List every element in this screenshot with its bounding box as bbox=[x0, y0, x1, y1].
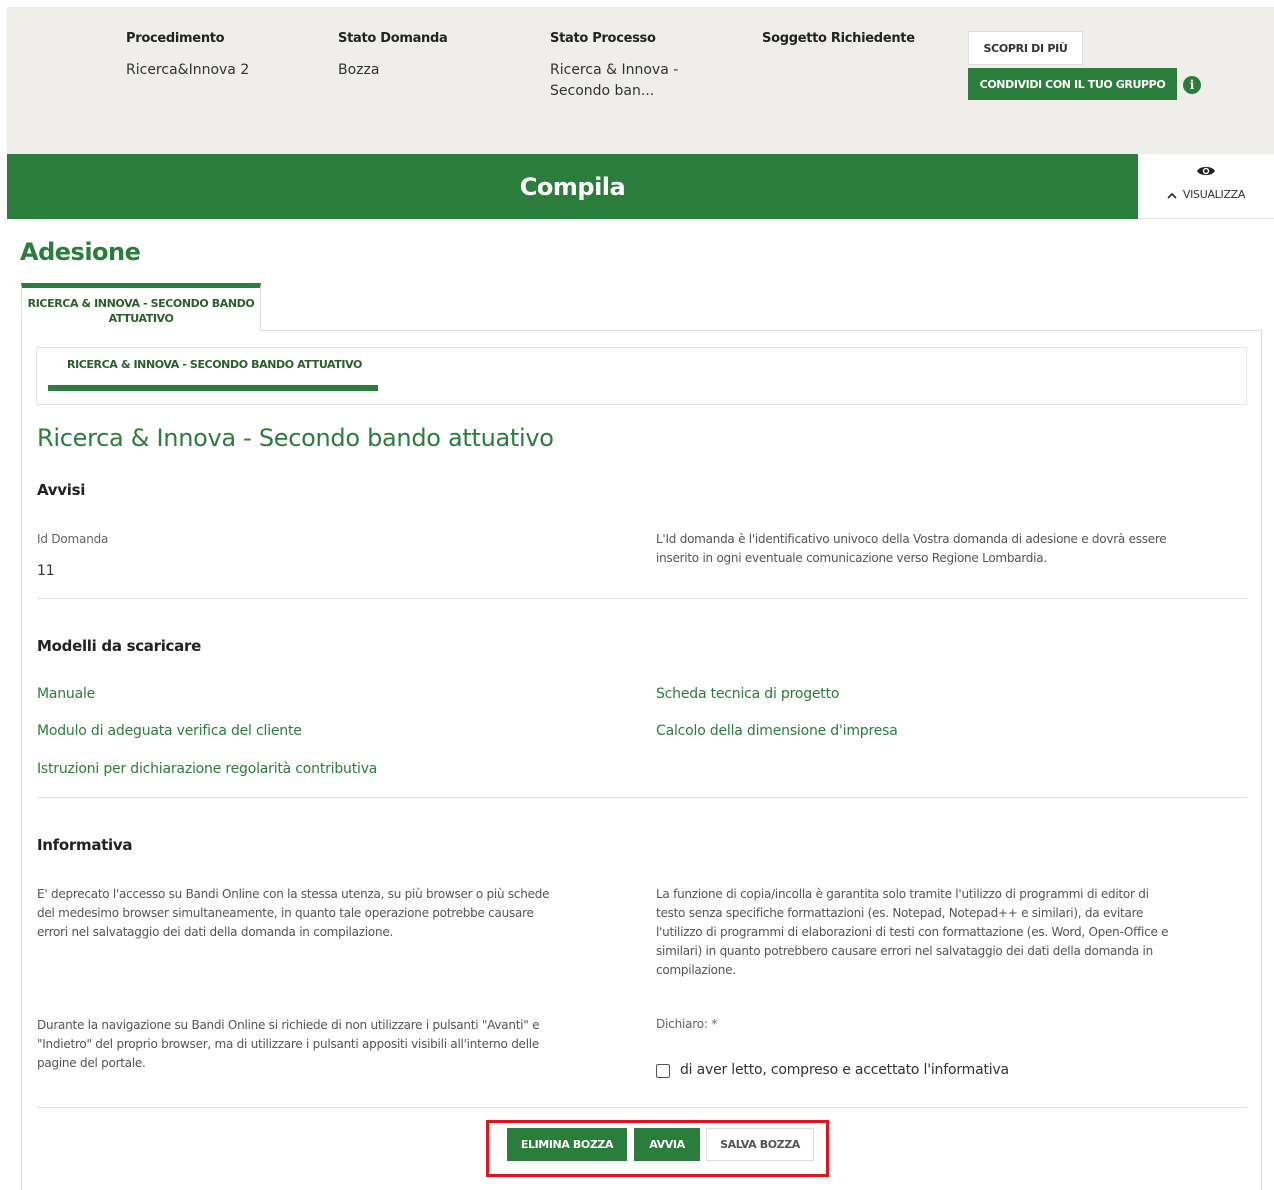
link-modulo-verifica[interactable]: Modulo di adeguata verifica del cliente bbox=[37, 723, 302, 739]
tab-label-line: ATTUATIVO bbox=[108, 312, 174, 325]
info-label: Procedimento bbox=[126, 31, 225, 46]
link-scheda-tecnica[interactable]: Scheda tecnica di progetto bbox=[656, 686, 839, 702]
dichiaro-label: Dichiaro: * bbox=[656, 1017, 718, 1031]
info-value: Bozza bbox=[338, 62, 380, 78]
informativa-heading: Informativa bbox=[37, 836, 133, 854]
section-title: Ricerca & Innova - Secondo bando attuati… bbox=[37, 424, 554, 452]
para-line: l'utilizzo di programmi di elaborazioni … bbox=[656, 925, 1169, 939]
info-value-line: Ricerca & Innova - bbox=[550, 62, 679, 78]
informativa-text-left-2: Durante la navigazione su Bandi Online s… bbox=[37, 1016, 539, 1073]
info-stato-processo: Stato Processo Ricerca & Innova - Second… bbox=[550, 31, 678, 102]
info-value: Ricerca & Innova - Secondo ban... bbox=[550, 60, 678, 102]
informativa-text-right-1: La funzione di copia/incolla è garantita… bbox=[656, 885, 1169, 980]
scopri-di-piu-button[interactable]: SCOPRI DI PIÙ bbox=[968, 31, 1083, 65]
info-value: Ricerca&Innova 2 bbox=[126, 62, 250, 78]
chevron-up-icon bbox=[1167, 192, 1177, 199]
info-icon[interactable]: i bbox=[1183, 76, 1201, 94]
bar-title: Compila bbox=[519, 172, 626, 201]
accetta-informativa-label[interactable]: di aver letto, compreso e accettato l'in… bbox=[680, 1062, 1009, 1078]
divider bbox=[37, 1107, 1247, 1108]
section-tab-ricerca-innova[interactable]: RICERCA & INNOVA - SECONDO BANDO ATTUATI… bbox=[67, 358, 362, 371]
visualizza-toggle[interactable]: VISUALIZZA bbox=[1138, 154, 1274, 219]
id-domanda-label: Id Domanda bbox=[37, 532, 109, 546]
id-domanda-note: L'Id domanda è l'identificativo univoco … bbox=[656, 530, 1167, 568]
visualizza-label: VISUALIZZA bbox=[1182, 188, 1246, 201]
eye-icon bbox=[1197, 166, 1215, 176]
tab-label-line: RICERCA & INNOVA - SECONDO BANDO bbox=[27, 297, 255, 310]
divider bbox=[37, 797, 1247, 798]
condividi-gruppo-button[interactable]: CONDIVIDI CON IL TUO GRUPPO bbox=[968, 68, 1177, 100]
accetta-informativa-checkbox[interactable] bbox=[656, 1064, 670, 1078]
id-domanda-value: 11 bbox=[37, 563, 55, 579]
compila-bar: Compila bbox=[7, 154, 1138, 219]
para-line: E' deprecato l'accesso su Bandi Online c… bbox=[37, 887, 550, 901]
info-procedimento: Procedimento Ricerca&Innova 2 bbox=[126, 31, 249, 81]
link-istruzioni-regolarita[interactable]: Istruzioni per dichiarazione regolarità … bbox=[37, 761, 377, 777]
info-label: Soggetto Richiedente bbox=[762, 31, 915, 46]
visualizza-text: VISUALIZZA bbox=[1138, 188, 1274, 201]
info-value-line: Secondo ban... bbox=[550, 83, 655, 99]
link-manuale[interactable]: Manuale bbox=[37, 686, 95, 702]
link-calcolo-dimensione[interactable]: Calcolo della dimensione d'impresa bbox=[656, 723, 898, 739]
info-soggetto-richiedente: Soggetto Richiedente bbox=[762, 31, 915, 46]
para-line: testo senza specifiche formattazioni (es… bbox=[656, 906, 1144, 920]
section-tab-underline bbox=[48, 385, 378, 391]
avvisi-heading: Avvisi bbox=[37, 481, 86, 499]
note-line: L'Id domanda è l'identificativo univoco … bbox=[656, 532, 1167, 546]
highlight-box bbox=[486, 1120, 829, 1177]
para-line: pagine del portale. bbox=[37, 1056, 146, 1070]
info-label: Stato Domanda bbox=[338, 31, 448, 46]
section-tabs bbox=[36, 347, 1247, 405]
para-line: similari) in quanto potrebbero causare e… bbox=[656, 944, 1153, 958]
para-line: "Indietro" del proprio browser, ma di ut… bbox=[37, 1037, 539, 1051]
para-line: errori nel salvataggio dei dati della do… bbox=[37, 925, 394, 939]
page-title: Adesione bbox=[20, 238, 141, 266]
note-line: inserito in ogni eventuale comunicazione… bbox=[656, 551, 1047, 565]
informativa-text-left-1: E' deprecato l'accesso su Bandi Online c… bbox=[37, 885, 550, 942]
info-label: Stato Processo bbox=[550, 31, 656, 46]
divider bbox=[37, 598, 1247, 599]
info-stato-domanda: Stato Domanda Bozza bbox=[338, 31, 448, 81]
tab-ricerca-innova[interactable]: RICERCA & INNOVA - SECONDO BANDO ATTUATI… bbox=[21, 283, 261, 331]
para-line: del medesimo browser simultaneamente, in… bbox=[37, 906, 534, 920]
para-line: La funzione di copia/incolla è garantita… bbox=[656, 887, 1149, 901]
para-line: compilazione. bbox=[656, 963, 736, 977]
para-line: Durante la navigazione su Bandi Online s… bbox=[37, 1018, 540, 1032]
modelli-heading: Modelli da scaricare bbox=[37, 637, 201, 655]
